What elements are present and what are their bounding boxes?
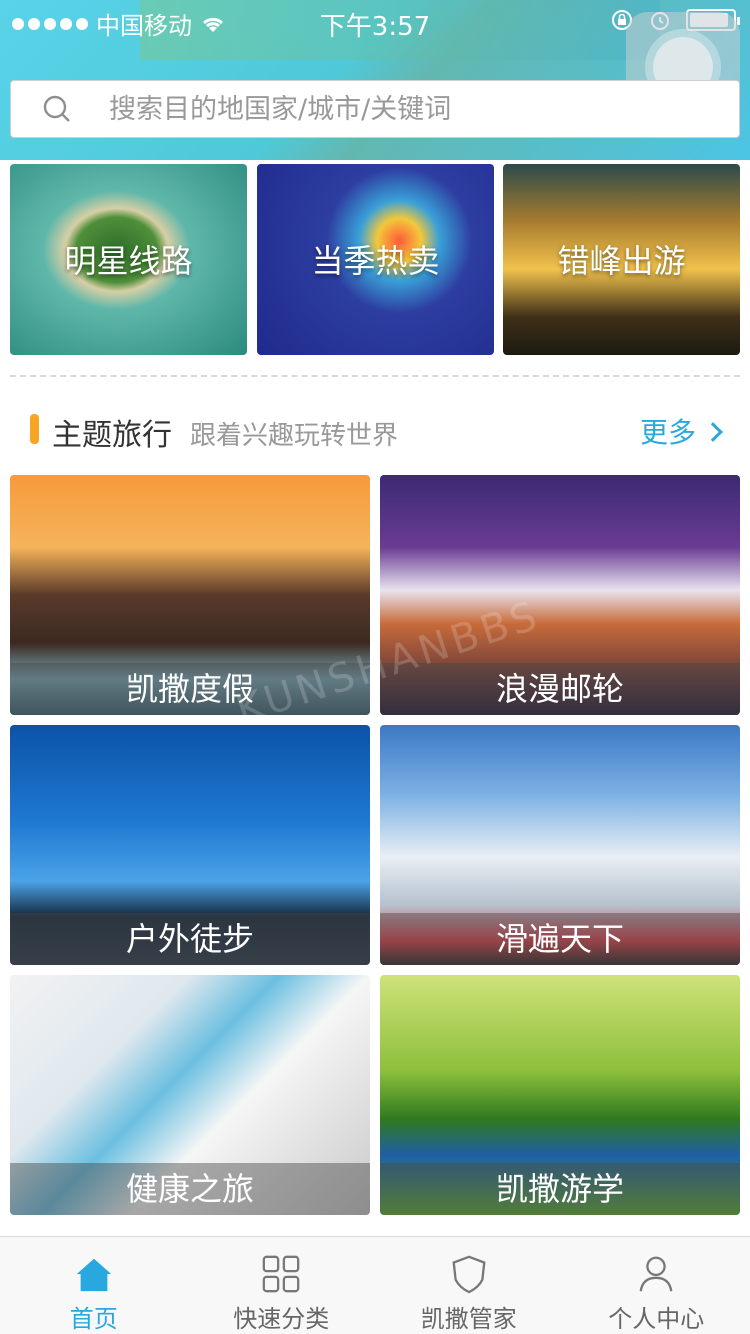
tab-label: 凯撒管家 — [420, 1305, 517, 1333]
tab-butler[interactable]: 凯撒管家 — [375, 1237, 563, 1334]
theme-tile-health[interactable]: 健康之旅 — [10, 975, 370, 1215]
tab-label: 个人中心 — [608, 1305, 705, 1333]
tab-label: 首页 — [69, 1305, 118, 1333]
promo-label: 明星线路 — [64, 242, 193, 280]
tab-profile[interactable]: 个人中心 — [563, 1237, 750, 1334]
promo-label: 错峰出游 — [557, 242, 686, 280]
theme-tile-hiking[interactable]: 户外徒步 — [10, 725, 370, 965]
section-header: 主题旅行 跟着兴趣玩转世界 更多 — [30, 408, 730, 453]
promo-off-peak[interactable]: 错峰出游 — [503, 164, 740, 355]
theme-caption: 户外徒步 — [10, 913, 370, 965]
grid-icon — [262, 1255, 300, 1293]
tab-bar: 首页 快速分类 凯撒管家 个人中心 — [0, 1236, 750, 1334]
more-link[interactable]: 更多 — [639, 411, 723, 451]
theme-caption: 健康之旅 — [10, 1163, 370, 1215]
search-bar[interactable] — [10, 80, 740, 138]
promo-label: 当季热卖 — [311, 242, 440, 280]
promo-seasonal-hot[interactable]: 当季热卖 — [257, 164, 494, 355]
theme-tile-study[interactable]: 凯撒游学 — [380, 975, 740, 1215]
tab-label: 快速分类 — [233, 1305, 330, 1333]
theme-tile-cruise[interactable]: 浪漫邮轮 — [380, 475, 740, 715]
promo-star-routes[interactable]: 明星线路 — [10, 164, 247, 355]
shield-icon — [452, 1255, 486, 1294]
theme-caption: 滑遍天下 — [380, 913, 740, 965]
person-icon — [639, 1256, 673, 1292]
section-accent-bar — [30, 414, 39, 444]
theme-caption: 凯撒游学 — [380, 1163, 740, 1215]
search-icon — [43, 95, 70, 122]
tab-home[interactable]: 首页 — [0, 1237, 188, 1334]
theme-tile-skiing[interactable]: 滑遍天下 — [380, 725, 740, 965]
home-icon — [76, 1258, 111, 1292]
search-input[interactable] — [109, 93, 669, 125]
tab-quick-categories[interactable]: 快速分类 — [188, 1237, 376, 1334]
more-label: 更多 — [639, 416, 696, 449]
section-subtitle: 跟着兴趣玩转世界 — [190, 421, 399, 451]
chevron-right-icon — [703, 422, 723, 442]
divider — [10, 375, 740, 377]
section-title: 主题旅行 — [52, 418, 172, 453]
